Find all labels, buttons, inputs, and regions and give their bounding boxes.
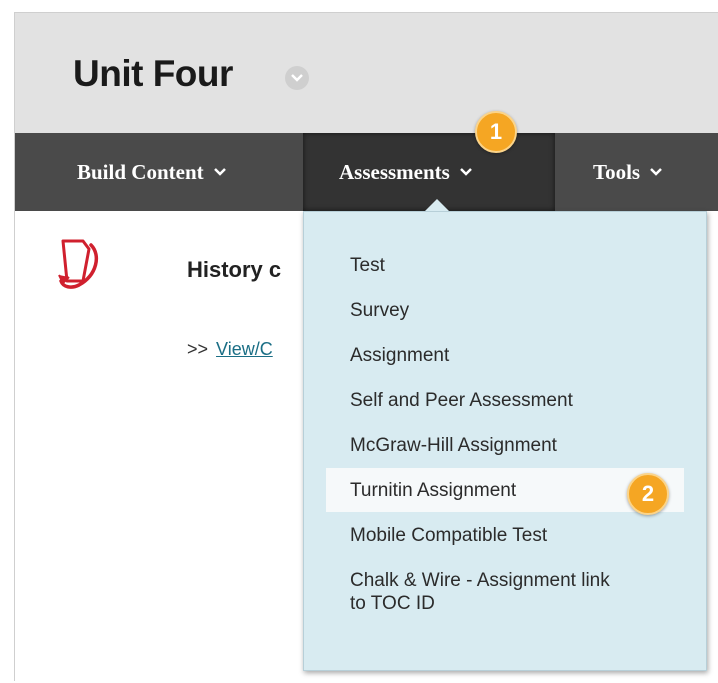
menu-item-label: Chalk & Wire - Assignment link [350, 570, 610, 591]
page-title: Unit Four [73, 53, 233, 94]
menu-item-label: Self and Peer Assessment [350, 390, 573, 411]
menu-item-label-line2: to TOC ID [350, 593, 435, 614]
menu-item-label: Assignment [350, 345, 450, 366]
chevron-down-icon [459, 167, 473, 177]
link-prefix: >> [187, 339, 209, 359]
step-badge-1: 1 [475, 111, 517, 153]
course-content-frame: Unit Four Build Content Assessments Tool… [14, 12, 718, 681]
view-link[interactable]: View/C [216, 339, 273, 359]
menu-item-label: Survey [350, 300, 410, 321]
menu-item-chalk-wire[interactable]: Chalk & Wire - Assignment link to TOC ID [326, 569, 684, 619]
tools-label: Tools [593, 159, 641, 184]
step-badge-2: 2 [627, 473, 669, 515]
assessments-dropdown-menu: Test Survey Assignment Self and Peer Ass… [303, 211, 707, 671]
content-item-link-row: >> View/C [187, 339, 273, 360]
build-content-label: Build Content [77, 159, 204, 184]
turnitin-assignment-icon [53, 235, 109, 298]
title-options-chevron-icon[interactable] [285, 66, 309, 90]
chevron-down-icon [213, 167, 227, 177]
menu-item-label: McGraw-Hill Assignment [350, 435, 557, 456]
page-header: Unit Four [15, 13, 718, 133]
assessments-label: Assessments [339, 159, 450, 184]
menu-item-label: Turnitin Assignment [350, 480, 517, 501]
action-bar: Build Content Assessments Tools [15, 133, 718, 211]
menu-item-label: Test [350, 255, 385, 276]
menu-pointer-arrow [425, 199, 449, 211]
chevron-down-icon [649, 167, 663, 177]
tools-menu-button[interactable]: Tools [593, 133, 663, 211]
menu-item-label: Mobile Compatible Test [350, 525, 548, 546]
build-content-menu-button[interactable]: Build Content [77, 133, 227, 211]
content-item-title[interactable]: History c [187, 257, 281, 283]
